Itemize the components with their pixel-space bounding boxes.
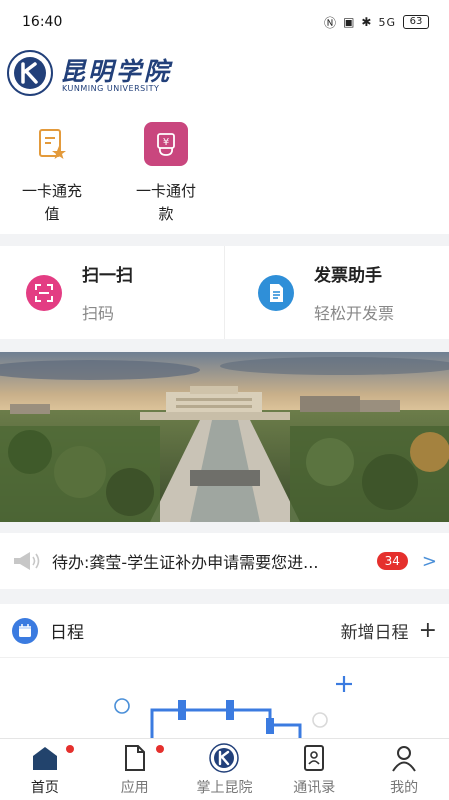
- nav-label: 掌上昆院: [196, 780, 253, 796]
- profile-icon: [389, 743, 419, 773]
- university-name-cn: 昆明学院: [60, 57, 173, 86]
- quick-action-label: 一卡通充值: [21, 182, 82, 223]
- quick-action-label: 一卡通付款: [135, 182, 196, 223]
- scan-title: 扫一扫: [82, 266, 133, 286]
- svg-text:¥: ¥: [163, 137, 169, 148]
- nav-contacts[interactable]: 通讯录: [269, 739, 359, 800]
- schedule-title: 日程: [50, 623, 84, 643]
- schedule-section: 日程 新增日程 +: [0, 604, 449, 740]
- card-payment-icon: ¥: [144, 122, 188, 166]
- nav-campus[interactable]: 掌上昆院: [180, 739, 270, 800]
- app-header: 昆明学院 KUNMING UNIVERSITY: [0, 44, 449, 106]
- divider: [224, 246, 225, 339]
- schedule-header: 日程 新增日程 +: [0, 604, 449, 658]
- nfc-icon: Ⓝ: [324, 15, 337, 30]
- campus-banner-image: [0, 352, 449, 522]
- campus-logo-icon: [209, 743, 240, 773]
- home-icon: [30, 743, 60, 773]
- invoice-subtitle: 轻松开发票: [314, 304, 395, 323]
- university-emblem-icon: [7, 50, 53, 96]
- add-schedule-button[interactable]: 新增日程: [341, 618, 409, 643]
- contacts-icon: [299, 743, 329, 773]
- quick-action-card-recharge[interactable]: 一卡通充值: [2, 122, 102, 226]
- apps-notification-dot: [155, 745, 164, 753]
- todo-notice[interactable]: 待办:龚莹-学生证补办申请需要您进... 34 >: [0, 533, 449, 589]
- university-name-en: KUNMING UNIVERSITY: [62, 84, 160, 93]
- scan-subtitle: 扫码: [82, 304, 115, 323]
- status-bar: 16:40 Ⓝ ▣ ✱ 5G 63: [0, 0, 449, 44]
- invoice-title: 发票助手: [314, 266, 382, 286]
- battery-icon: 63: [403, 15, 429, 29]
- scan-icon: [26, 274, 62, 311]
- todo-count-badge: 34: [376, 552, 408, 570]
- vibrate-icon: ▣: [343, 15, 355, 29]
- quick-action-card-payment[interactable]: ¥ 一卡通付款: [116, 122, 216, 226]
- tools-panel: 扫一扫 扫码 发票助手 轻松开发票: [0, 246, 449, 339]
- schedule-empty-illustration: [114, 676, 352, 740]
- nav-home[interactable]: 首页: [0, 739, 90, 800]
- invoice-icon: [258, 274, 294, 311]
- nav-label: 我的: [390, 780, 419, 796]
- quick-actions: 一卡通充值 ¥ 一卡通付款: [0, 106, 449, 234]
- signal-icon: 5G: [378, 15, 396, 29]
- calendar-icon: [12, 617, 38, 644]
- megaphone-icon: [14, 552, 40, 570]
- invoice-assistant-button[interactable]: 发票助手 轻松开发票: [258, 246, 394, 339]
- bluetooth-icon: ✱: [361, 15, 372, 29]
- nav-label: 应用: [120, 780, 149, 796]
- bottom-nav: 首页 应用 掌上昆院 通讯录 我的: [0, 738, 449, 800]
- plus-icon[interactable]: +: [419, 618, 437, 643]
- home-notification-dot: [66, 745, 74, 753]
- nav-label: 首页: [30, 780, 59, 796]
- status-icons: Ⓝ ▣ ✱ 5G 63: [324, 14, 429, 31]
- nav-label: 通讯录: [293, 780, 336, 796]
- todo-notice-text: 待办:龚莹-学生证补办申请需要您进...: [52, 553, 319, 572]
- apps-icon: [120, 743, 150, 773]
- campus-banner[interactable]: [0, 352, 449, 522]
- chevron-right-icon[interactable]: >: [422, 551, 437, 572]
- status-time: 16:40: [22, 14, 63, 30]
- nav-apps[interactable]: 应用: [90, 739, 180, 800]
- scan-button[interactable]: 扫一扫 扫码: [26, 246, 133, 339]
- nav-profile[interactable]: 我的: [359, 739, 449, 800]
- card-recharge-icon: [30, 122, 74, 166]
